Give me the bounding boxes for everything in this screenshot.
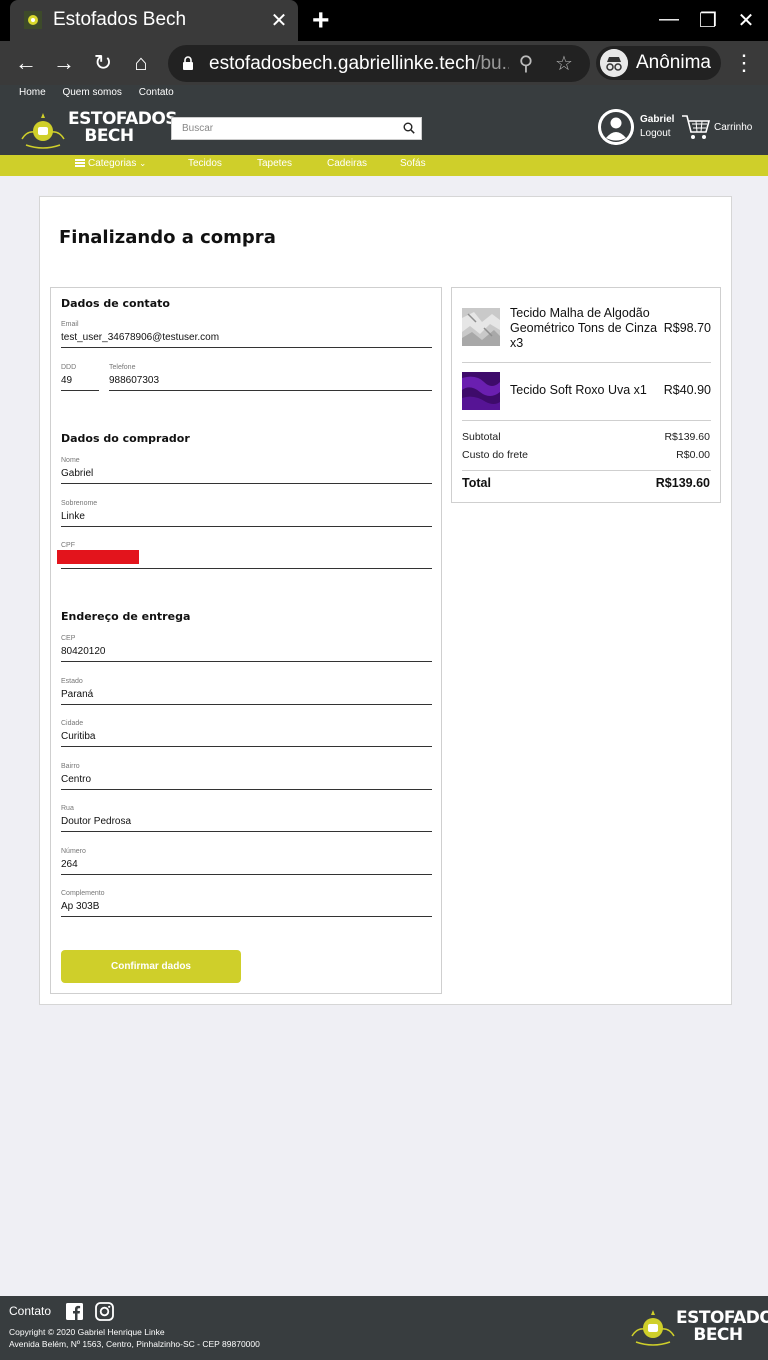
incognito-label: Anônima [636,52,711,73]
browser-menu-icon[interactable]: ⋮ [733,49,755,77]
state-field[interactable]: Estado Paraná [61,678,432,705]
ddd-field[interactable]: DDD 49 [61,364,99,391]
summary-divider [462,420,711,421]
category-tapetes-link[interactable]: Tapetes [257,158,292,169]
footer-logo[interactable]: ESTOFADOSBECH [628,1304,768,1350]
summary-divider [462,362,711,363]
cart-item-name: Tecido Soft Roxo Uva x1 [510,383,647,397]
cart-item: Tecido Soft Roxo Uva x1 R$40.90 [462,372,711,412]
category-tecidos-link[interactable]: Tecidos [188,158,222,169]
categories-menu[interactable]: Categorias ⌄ [75,158,146,169]
address-bar[interactable]: estofadosbech.gabriellinke.tech/bu... ⚲ … [168,45,590,82]
browser-tab-bar: Estofados Bech ✕ + — ❐ ✕ [0,0,768,41]
cart-item-price: R$40.90 [663,383,711,397]
search-icon[interactable] [403,122,415,134]
category-bar: Categorias ⌄ Tecidos Tapetes Cadeiras So… [0,155,768,176]
back-icon[interactable]: ← [12,49,40,77]
phone-field[interactable]: Telefone 988607303 [109,364,432,391]
tab-title: Estofados Bech [53,9,187,30]
new-tab-icon[interactable]: + [312,4,330,38]
cart-item-name: Tecido Malha de Algodão Geométrico Tons … [510,306,658,350]
summary-divider [462,470,711,471]
restore-icon[interactable]: ❐ [695,8,721,33]
browser-tab[interactable]: Estofados Bech ✕ [10,0,298,41]
page-title: Finalizando a compra [59,227,276,248]
instagram-icon[interactable] [95,1302,114,1321]
cep-field[interactable]: CEP 80420120 [61,635,432,662]
cart-icon[interactable] [681,113,711,141]
shipping-label: Custo do frete [462,449,528,461]
facebook-icon[interactable] [66,1303,83,1320]
number-field[interactable]: Número 264 [61,848,432,875]
logo-text: ESTOFADOSBECH [68,109,178,146]
logo-text: ESTOFADOSBECH [676,1308,768,1345]
shipping-value: R$0.00 [676,449,710,461]
site-favicon-icon [24,11,42,29]
user-silhouette-icon [598,109,634,145]
complement-field[interactable]: Complemento Ap 303B [61,890,432,917]
logout-link[interactable]: Logout [640,128,671,139]
site-header: Home Quem somos Contato ESTOFADOSBECH Ga… [0,85,768,155]
footer-contact-link[interactable]: Contato [9,1304,51,1318]
street-field[interactable]: Rua Doutor Pedrosa [61,805,432,832]
bookmark-star-icon[interactable]: ☆ [553,53,575,75]
topnav-contact-link[interactable]: Contato [139,87,174,98]
reload-icon[interactable]: ↻ [89,49,117,77]
chevron-down-icon: ⌄ [139,158,147,168]
redacted-block [57,550,139,564]
incognito-badge[interactable]: Anônima [596,46,721,80]
user-name: Gabriel [640,114,675,125]
subtotal-value: R$139.60 [664,431,710,443]
district-field[interactable]: Bairro Centro [61,763,432,790]
url-text: estofadosbech.gabriellinke.tech/bu... [209,53,509,74]
total-label: Total [462,476,491,490]
category-sofas-link[interactable]: Sofás [400,158,426,169]
checkout-card: Finalizando a compra Dados de contato Em… [39,196,732,1005]
hamburger-icon [75,159,85,168]
close-window-icon[interactable]: ✕ [733,8,759,33]
user-avatar-icon[interactable] [598,109,634,145]
product-thumbnail-gray [462,308,500,346]
city-field[interactable]: Cidade Curitiba [61,720,432,747]
last-name-field[interactable]: Sobrenome Linke [61,500,432,527]
address-section-title: Endereço de entrega [61,610,191,623]
footer-address: Avenida Belém, Nº 1563, Centro, Pinhalzi… [9,1339,260,1349]
zoom-icon[interactable]: ⚲ [515,53,537,75]
top-nav: Home Quem somos Contato [19,87,188,98]
cart-label[interactable]: Carrinho [714,122,752,133]
topnav-about-link[interactable]: Quem somos [62,87,121,98]
search-box [171,117,422,140]
topnav-home-link[interactable]: Home [19,87,46,98]
site-footer: Contato Copyright © 2020 Gabriel Henriqu… [0,1296,768,1360]
home-icon[interactable]: ⌂ [127,49,155,77]
confirm-data-button[interactable]: Confirmar dados [61,950,241,983]
lock-icon [183,56,193,70]
logo-emblem-icon [21,113,65,149]
product-thumbnail-purple [462,372,500,410]
minimize-icon[interactable]: — [656,8,682,31]
footer-copyright: Copyright © 2020 Gabriel Henrique Linke [9,1327,165,1337]
email-field[interactable]: Email test_user_34678906@testuser.com [61,321,432,348]
logo-emblem-icon [631,1310,675,1346]
contact-section-title: Dados de contato [61,297,170,310]
browser-toolbar: ← → ↻ ⌂ estofadosbech.gabriellinke.tech/… [0,41,768,85]
checkout-form: Dados de contato Email test_user_3467890… [50,287,442,994]
search-input[interactable] [172,118,397,139]
buyer-section-title: Dados do comprador [61,432,190,445]
first-name-field[interactable]: Nome Gabriel [61,457,432,484]
cart-item-price: R$98.70 [663,321,711,335]
site-logo[interactable]: ESTOFADOS BECH [18,109,178,151]
tab-close-icon[interactable]: ✕ [268,8,290,33]
cpf-field[interactable]: CPF [57,542,432,569]
subtotal-label: Subtotal [462,431,501,443]
category-cadeiras-link[interactable]: Cadeiras [327,158,367,169]
total-value: R$139.60 [655,476,710,490]
cart-item: Tecido Malha de Algodão Geométrico Tons … [462,306,711,351]
forward-icon[interactable]: → [50,49,78,77]
order-summary: Tecido Malha de Algodão Geométrico Tons … [451,287,721,503]
incognito-icon [600,49,628,77]
